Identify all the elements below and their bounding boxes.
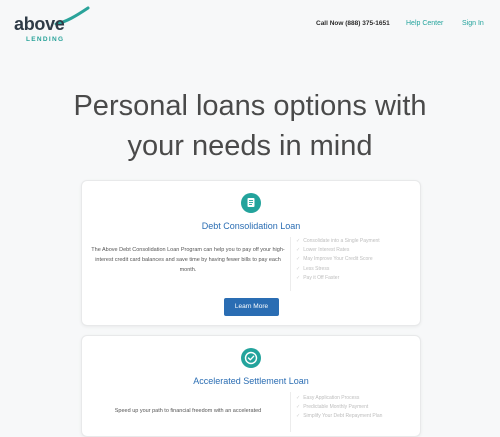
check-icon: ✓ bbox=[296, 395, 301, 401]
card-divider bbox=[290, 237, 291, 291]
check-icon: ✓ bbox=[296, 238, 301, 244]
feature-item: ✓ Predictable Monthly Payment bbox=[296, 404, 369, 411]
feature-item: ✓ May Improve Your Credit Score bbox=[296, 256, 373, 263]
debt-consolidation-card: Debt Consolidation Loan The Above Debt C… bbox=[81, 180, 421, 326]
hero-title-line-2: your needs in mind bbox=[127, 130, 373, 162]
above-lending-logo[interactable]: above LENDING bbox=[14, 6, 90, 44]
feature-item: ✓ Lower Interest Rates bbox=[296, 247, 350, 254]
site-header: above LENDING Call Now (888) 375-1651 He… bbox=[0, 0, 500, 52]
accelerated-settlement-card: Accelerated Settlement Loan Speed up you… bbox=[81, 335, 421, 437]
feature-item: ✓ Less Stress bbox=[296, 265, 330, 272]
document-icon bbox=[241, 193, 261, 213]
card-title: Debt Consolidation Loan bbox=[201, 221, 301, 231]
logo-wordmark: above bbox=[14, 14, 65, 34]
feature-list: ✓ Consolidate into a Single Payment ✓ Lowe… bbox=[296, 237, 380, 283]
check-icon: ✓ bbox=[296, 404, 301, 411]
feature-list: ✓ Easy Application Process ✓ Predictable M… bbox=[296, 394, 382, 422]
card-description: The Above Debt Consolidation Loan Progra… bbox=[91, 247, 285, 273]
call-now-phone-link[interactable]: Call Now (888) 375-1651 bbox=[316, 20, 390, 27]
help-center-link[interactable]: Help Center bbox=[406, 20, 443, 27]
feature-item: ✓ Pay it Off Faster bbox=[296, 274, 340, 281]
feature-item: ✓ Simplify Your Debt Repayment Plan bbox=[296, 413, 383, 420]
logo-subtext: LENDING bbox=[26, 36, 65, 43]
check-icon: ✓ bbox=[296, 413, 301, 420]
card-divider bbox=[290, 392, 291, 432]
check-icon: ✓ bbox=[296, 256, 301, 263]
hero-title-line-1: Personal loans options with bbox=[73, 90, 427, 122]
learn-more-button[interactable]: Learn More bbox=[224, 298, 279, 316]
card-title: Accelerated Settlement Loan bbox=[193, 376, 309, 386]
hero-title: Personal loans options with your needs i… bbox=[40, 86, 460, 166]
feature-item: ✓ Easy Application Process bbox=[296, 395, 360, 401]
feature-item: ✓ Consolidate into a Single Payment bbox=[296, 238, 380, 244]
check-icon: ✓ bbox=[296, 274, 301, 281]
card-description: Speed up your path to financial freedom … bbox=[114, 408, 262, 414]
checkmark-icon bbox=[241, 348, 261, 368]
check-icon: ✓ bbox=[296, 247, 301, 254]
sign-in-link[interactable]: Sign In bbox=[462, 20, 484, 27]
check-icon: ✓ bbox=[296, 265, 301, 272]
